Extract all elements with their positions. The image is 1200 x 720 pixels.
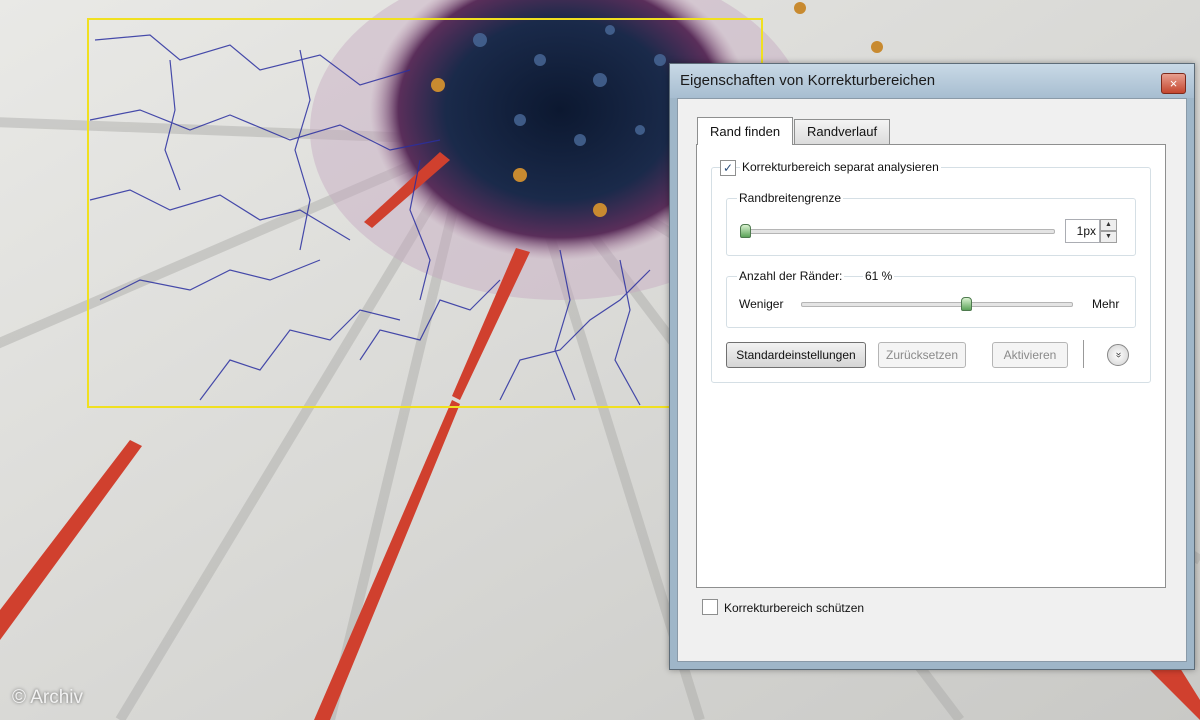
tab-panel: ✓ Korrekturbereich separat analysieren R… [696, 144, 1166, 588]
edge-count-group: Anzahl der Ränder: 61 % Weniger Mehr [726, 269, 1136, 328]
protect-checkbox[interactable] [702, 599, 718, 615]
tab-rand-finden[interactable]: Rand finden [697, 117, 794, 145]
edge-width-value[interactable]: 1px [1065, 219, 1100, 243]
activate-button[interactable]: Aktivieren [992, 342, 1068, 368]
close-icon: × [1169, 76, 1178, 91]
spin-down-button[interactable]: ▼ [1100, 231, 1117, 243]
toolbar-divider [1083, 340, 1084, 368]
more-label: Mehr [1090, 297, 1122, 311]
analyze-separately-checkbox[interactable]: ✓ [720, 160, 736, 176]
checkmark-icon: ✓ [722, 161, 734, 175]
spin-up-button[interactable]: ▲ [1100, 219, 1117, 231]
edge-width-slider-thumb[interactable] [740, 224, 751, 238]
defaults-button[interactable]: Standardeinstellungen [726, 342, 866, 368]
dialog-titlebar[interactable]: Eigenschaften von Korrekturbereichen × [670, 64, 1194, 98]
edge-count-slider-thumb[interactable] [960, 297, 972, 311]
tab-randverlauf[interactable]: Randverlauf [794, 119, 891, 144]
edge-count-slider[interactable] [801, 302, 1073, 307]
less-label: Weniger [737, 297, 786, 311]
close-button[interactable]: × [1161, 73, 1186, 94]
reset-button[interactable]: Zurücksetzen [878, 342, 966, 368]
edge-count-label: Anzahl der Ränder: [737, 269, 845, 283]
expand-button[interactable]: » [1107, 344, 1129, 366]
analyze-group: ✓ Korrekturbereich separat analysieren R… [711, 160, 1151, 383]
edge-width-label: Randbreitengrenze [737, 191, 844, 205]
analyze-separately-label: Korrekturbereich separat analysieren [740, 160, 941, 174]
edge-count-value: 61 % [863, 269, 895, 283]
edge-width-spinner: ▲ ▼ [1100, 219, 1117, 243]
edge-width-group: Randbreitengrenze 1px ▲ ▼ [726, 191, 1136, 256]
dialog-title: Eigenschaften von Korrekturbereichen [680, 72, 936, 89]
protect-label: Korrekturbereich schützen [724, 601, 865, 615]
dialog-client-area: Rand finden Randverlauf ✓ Korrekturberei… [677, 98, 1187, 662]
edge-width-slider[interactable] [741, 229, 1055, 234]
double-chevron-down-icon: » [1113, 352, 1124, 358]
properties-dialog: Eigenschaften von Korrekturbereichen × R… [669, 63, 1195, 670]
copyright-watermark: © Archiv [12, 687, 84, 708]
